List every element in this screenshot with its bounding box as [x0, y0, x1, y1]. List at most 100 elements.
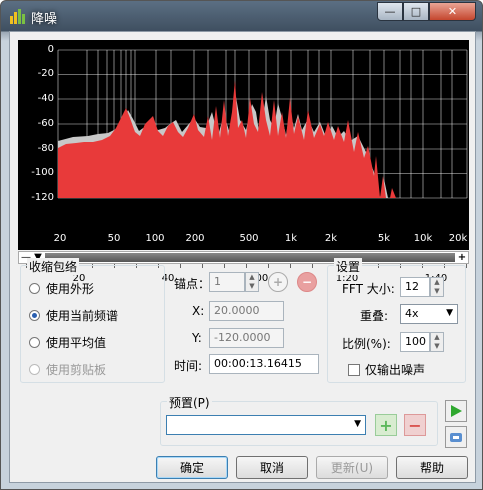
add-preset-button[interactable]: +: [375, 414, 397, 436]
settings-group: 设置 FFT 大小: 12 ▲ ▼ 重叠: 4x ▼ 比例(%): 100 ▲ ▼ …: [327, 258, 466, 383]
x-tick-label: 500: [239, 233, 259, 244]
minimize-icon: —: [384, 5, 396, 18]
anchor-input[interactable]: 1: [209, 272, 245, 292]
spectrum-scrollbar[interactable]: — ▼ +: [18, 251, 469, 264]
play-icon: [451, 405, 462, 417]
y-tick-label: -60: [37, 118, 54, 129]
window-title: 降噪: [31, 12, 58, 27]
radio-dot-selected: [29, 310, 40, 321]
radio-dot: [29, 283, 40, 294]
add-anchor-button[interactable]: +: [268, 272, 288, 292]
ratio-label: 比例(%):: [342, 337, 391, 351]
envelope-group: 收缩包络 使用外形 使用当前频谱 使用平均值 使用剪贴板: [20, 258, 165, 383]
dialog-client: 0 -20 -40 -60 -80 -100 -120 20 50 100 20…: [9, 31, 476, 483]
overlap-value: 4x: [405, 307, 419, 320]
minus-icon: −: [301, 275, 313, 289]
ruler-tick: [466, 264, 467, 268]
radio-use-average[interactable]: 使用平均值: [29, 334, 106, 351]
radio-label: 使用剪贴板: [46, 363, 107, 377]
zoom-in-button[interactable]: +: [456, 252, 468, 263]
update-button: 更新(U): [316, 456, 388, 479]
title-bar[interactable]: 降噪 — □ ✕: [1, 1, 482, 31]
settings-title: 设置: [334, 258, 363, 275]
x-tick-label: 20: [53, 233, 67, 244]
time-input[interactable]: 00:00:13.16415: [209, 354, 319, 374]
x-label: X:: [192, 304, 205, 318]
radio-label: 使用平均值: [46, 336, 107, 350]
fft-size-input[interactable]: 12: [400, 277, 430, 297]
y-label: Y:: [192, 331, 202, 345]
overlap-label: 重叠:: [360, 309, 389, 323]
x-tick-label: 2k: [324, 233, 338, 244]
x-tick-label: 50: [107, 233, 121, 244]
close-icon: ✕: [447, 5, 458, 18]
cancel-button[interactable]: 取消: [236, 456, 308, 479]
ruler-tick: [290, 264, 291, 268]
chevron-down-icon: ▼: [446, 308, 453, 318]
ratio-input[interactable]: 100: [400, 332, 430, 352]
dialog-window: 降噪 — □ ✕ 0 -20 -40 -60 -80 -100 -120 20 …: [0, 0, 483, 490]
y-tick-label: -40: [37, 93, 54, 104]
ok-button[interactable]: 确定: [156, 456, 228, 479]
x-tick-label: 20k: [448, 233, 468, 244]
ratio-spinner[interactable]: ▲ ▼: [430, 332, 444, 352]
x-tick-label: 200: [185, 233, 205, 244]
anchor-label: 锚点：: [174, 277, 211, 291]
y-tick-label: -120: [31, 192, 54, 203]
x-tick-label: 10k: [413, 233, 433, 244]
preset-select[interactable]: ▼: [166, 415, 366, 435]
help-button[interactable]: 帮助: [396, 456, 468, 479]
maximize-button[interactable]: □: [403, 2, 429, 21]
spectrum-graph[interactable]: 0 -20 -40 -60 -80 -100 -120 20 50 100 20…: [18, 40, 469, 250]
scroll-thumb[interactable]: [45, 253, 455, 262]
plus-icon: +: [272, 275, 284, 289]
remove-preset-button[interactable]: −: [404, 414, 426, 436]
spectrum-plot[interactable]: [18, 40, 469, 250]
y-tick-label: 0: [47, 44, 54, 55]
fft-size-label: FFT 大小:: [342, 282, 395, 296]
app-logo-icon: [10, 9, 25, 24]
y-tick-label: -100: [31, 167, 54, 178]
preset-title: 预置(P): [167, 394, 212, 411]
maximize-icon: □: [410, 5, 422, 18]
ruler-tick: [180, 264, 181, 268]
fft-size-spinner[interactable]: ▲ ▼: [430, 277, 444, 297]
y-tick-label: -80: [37, 143, 54, 154]
radio-dot: [29, 364, 40, 375]
ruler-tick: [268, 264, 269, 268]
radio-label: 使用外形: [46, 282, 95, 296]
x-tick-label: 5k: [377, 233, 391, 244]
checkbox-box: [348, 363, 360, 376]
envelope-title: 收缩包络: [27, 258, 80, 275]
minus-icon: −: [408, 415, 422, 435]
ruler-tick: [202, 264, 203, 268]
radio-use-clipboard: 使用剪贴板: [29, 361, 106, 378]
minimize-button[interactable]: —: [377, 2, 403, 21]
preset-group: 预置(P) ▼ + −: [160, 394, 438, 446]
loop-button[interactable]: [445, 426, 467, 448]
ruler-tick: [224, 264, 225, 268]
radio-use-current-spectrum[interactable]: 使用当前频谱: [29, 307, 118, 324]
y-tick-label: -20: [37, 68, 54, 79]
noise-only-checkbox[interactable]: 仅输出噪声: [348, 361, 425, 378]
remove-anchor-button[interactable]: −: [297, 272, 317, 292]
loop-icon: [450, 433, 462, 442]
radio-dot: [29, 337, 40, 348]
y-input[interactable]: -120.0000: [209, 328, 284, 348]
time-field-label: 时间:: [174, 359, 203, 373]
ruler-tick: [312, 264, 313, 268]
overlap-select[interactable]: 4x ▼: [400, 304, 458, 324]
x-input[interactable]: 20.0000: [209, 301, 284, 321]
anchor-spinner[interactable]: ▲ ▼: [245, 272, 259, 292]
plus-icon: +: [379, 415, 393, 435]
close-button[interactable]: ✕: [429, 2, 476, 21]
x-tick-label: 100: [145, 233, 165, 244]
noise-only-label: 仅输出噪声: [365, 363, 426, 377]
radio-use-shape[interactable]: 使用外形: [29, 280, 94, 297]
x-tick-label: 1k: [284, 233, 298, 244]
ruler-tick: [246, 264, 247, 268]
play-button[interactable]: [445, 400, 467, 422]
current-spectrum-fill: [58, 80, 467, 198]
radio-label: 使用当前频谱: [46, 309, 119, 323]
chevron-down-icon: ▼: [354, 419, 361, 429]
